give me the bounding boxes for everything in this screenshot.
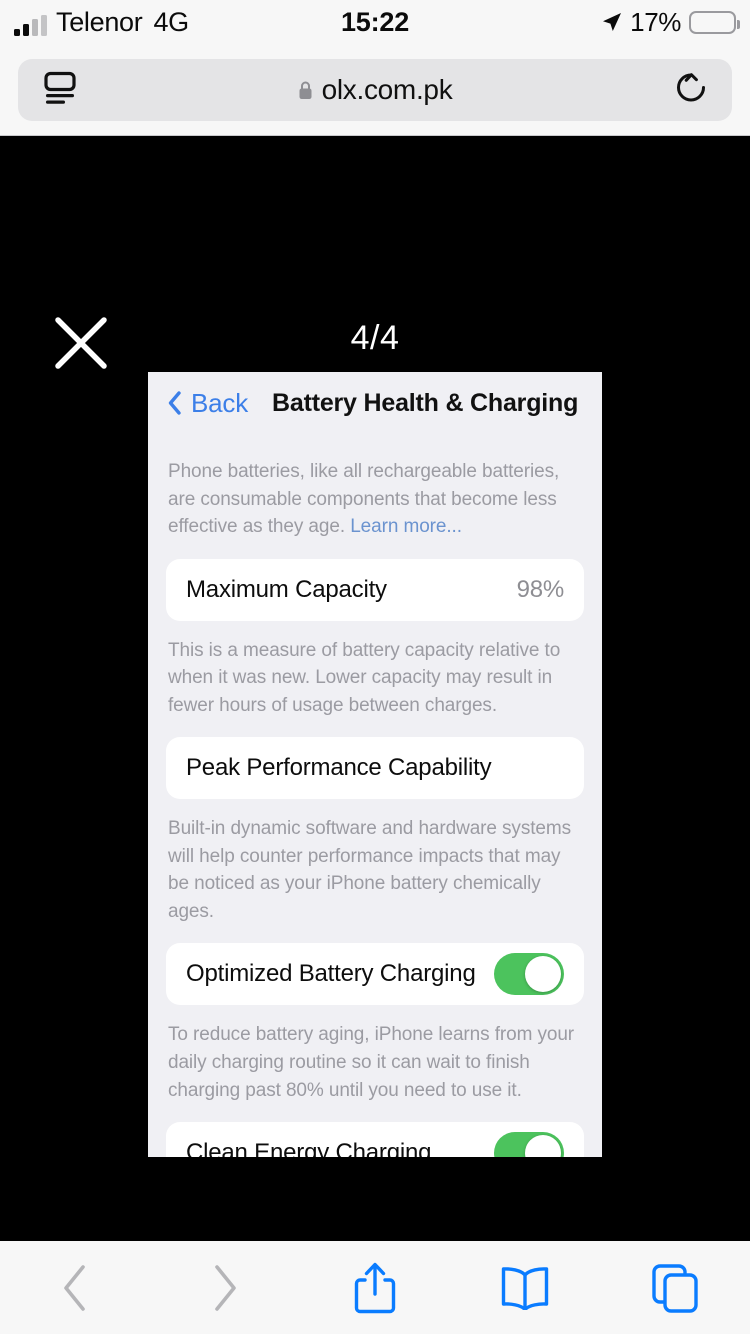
bookmarks-button[interactable] [480, 1241, 570, 1334]
lock-icon [298, 80, 313, 100]
url-field[interactable]: olx.com.pk [18, 58, 732, 121]
status-bar: Telenor 4G 15:22 17% [0, 0, 750, 44]
browser-toolbar [0, 1240, 750, 1334]
footnote-optimized-battery-charging: To reduce battery aging, iPhone learns f… [168, 1024, 575, 1101]
browser-address-bar: olx.com.pk [0, 44, 750, 136]
page-title: Battery Health & Charging [272, 388, 579, 417]
settings-nav-bar: Back Battery Health & Charging [148, 372, 602, 434]
intro-footnote: Phone batteries, like all rechargeable b… [166, 434, 584, 541]
row-label: Maximum Capacity [186, 575, 387, 603]
chevron-left-icon[interactable] [168, 391, 181, 415]
book-icon [501, 1266, 549, 1310]
row-optimized-battery-charging[interactable]: Optimized Battery Charging [166, 943, 584, 1006]
reload-icon[interactable] [674, 70, 708, 109]
row-label: Peak Performance Capability [186, 754, 492, 782]
row-maximum-capacity[interactable]: Maximum Capacity 98% [166, 558, 584, 621]
image-viewer: 4/4 Back Battery Health & Charging Phone… [0, 137, 750, 1240]
battery-icon [689, 10, 740, 34]
maximum-capacity-value: 98% [516, 575, 565, 603]
footnote-maximum-capacity: This is a measure of battery capacity re… [168, 639, 561, 716]
learn-more-link[interactable]: Learn more... [350, 516, 462, 537]
tabs-button[interactable] [630, 1241, 720, 1334]
footnote-peak-performance: Built-in dynamic software and hardware s… [168, 818, 572, 922]
status-bar-right: 17% [602, 0, 740, 44]
settings-body: Phone batteries, like all rechargeable b… [148, 434, 602, 1157]
chevron-left-icon [64, 1264, 85, 1311]
row-clean-energy-charging[interactable]: Clean Energy Charging [166, 1122, 584, 1157]
share-button[interactable] [330, 1241, 420, 1334]
page-settings-icon[interactable] [44, 70, 78, 109]
settings-screenshot-panel: Back Battery Health & Charging Phone bat… [148, 372, 602, 1157]
phone-screen: Telenor 4G 15:22 17% olx.com.pk 4/4 Back… [0, 0, 750, 1334]
share-icon [354, 1262, 396, 1313]
chevron-right-icon [215, 1264, 236, 1311]
row-label: Optimized Battery Charging [186, 960, 476, 988]
row-label: Clean Energy Charging [186, 1139, 432, 1157]
battery-percent-label: 17% [630, 6, 681, 37]
clean-energy-charging-toggle[interactable] [494, 1132, 564, 1157]
page-counter: 4/4 [350, 319, 400, 357]
url-display: olx.com.pk [298, 74, 453, 106]
browser-forward-button[interactable] [180, 1241, 270, 1334]
optimized-battery-charging-toggle[interactable] [494, 953, 564, 996]
row-peak-performance-capability[interactable]: Peak Performance Capability [166, 737, 584, 800]
back-button[interactable]: Back [191, 388, 248, 419]
tabs-icon [652, 1263, 698, 1313]
browser-back-button[interactable] [30, 1241, 120, 1334]
location-arrow-icon [602, 12, 622, 32]
url-text: olx.com.pk [321, 73, 453, 105]
